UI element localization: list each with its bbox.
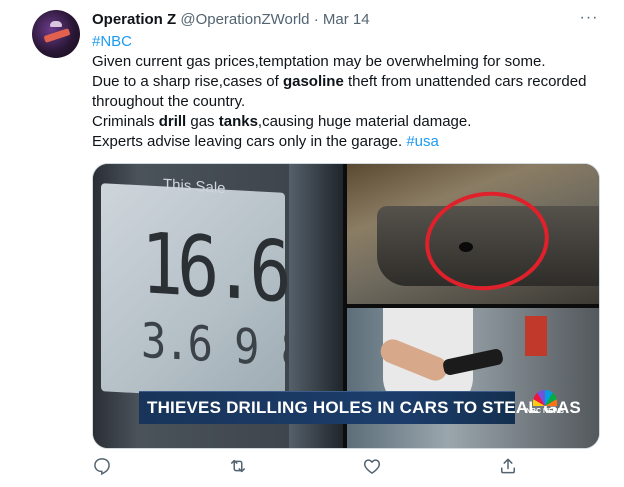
reply-icon[interactable]	[92, 456, 116, 480]
person-pumping-image	[347, 308, 599, 448]
tweet-text-line: Criminals drill gas tanks,causing huge m…	[92, 112, 602, 132]
text-segment: throughout the country.	[92, 93, 246, 110]
nbc-news-label: NBC NEWS	[525, 408, 565, 415]
header-separator: ·	[313, 11, 319, 28]
bold-text: tanks	[218, 113, 258, 130]
station-sign	[525, 316, 547, 356]
like-icon[interactable]	[362, 456, 386, 480]
tweet-text-line: Experts advise leaving cars only in the …	[92, 132, 602, 152]
retweet-icon[interactable]	[228, 456, 252, 480]
text-segment: Criminals	[92, 113, 159, 130]
tweet-text-line: Given current gas prices,temptation may …	[92, 52, 602, 72]
share-icon[interactable]	[498, 456, 522, 480]
news-banner-text: THIEVES DRILLING HOLES IN CARS TO STEAL …	[147, 398, 581, 417]
bold-text: gasoline	[282, 73, 344, 90]
tweet-actions	[92, 456, 522, 480]
tweet-text-line: #NBC	[92, 32, 602, 52]
tweet-text: #NBC Given current gas prices,temptation …	[92, 32, 602, 152]
text-segment: gas	[186, 113, 219, 130]
text-segment: Experts advise leaving cars only in the …	[92, 133, 407, 150]
nbc-news-logo: NBC NEWS	[525, 390, 565, 424]
tweet-card[interactable]: Operation Z @OperationZWorld · Mar 14 ··…	[0, 0, 624, 487]
avatar-cap	[50, 21, 62, 27]
pump-price: 3.6 9 8	[141, 312, 305, 379]
author-name[interactable]: Operation Z	[92, 11, 176, 28]
tweet-media[interactable]: This Sale 16.69 3.6 9 8 THIEVES DRILLING…	[92, 163, 600, 449]
tweet-date[interactable]: Mar 14	[323, 11, 370, 28]
tweet-text-line: throughout the country.	[92, 92, 602, 112]
tweet-header: Operation Z @OperationZWorld · Mar 14	[92, 10, 370, 30]
bold-text: drill	[158, 113, 187, 130]
avatar[interactable]	[32, 10, 80, 58]
text-segment: Due to a sharp rise,cases of	[92, 73, 283, 90]
news-banner: THIEVES DRILLING HOLES IN CARS TO STEAL …	[139, 391, 581, 424]
author-handle[interactable]: @OperationZWorld	[180, 11, 309, 28]
drilled-tank-image	[347, 164, 599, 304]
text-segment: ,causing huge material damage.	[257, 113, 472, 130]
more-options-icon[interactable]: ···	[578, 8, 600, 30]
peacock-icon	[533, 390, 557, 406]
text-segment: Given current gas prices,temptation may …	[92, 53, 546, 70]
hashtag-link[interactable]: #NBC	[92, 33, 132, 50]
avatar-z-mark	[43, 28, 71, 43]
text-segment: theft from unattended cars recorded	[343, 73, 587, 90]
tweet-text-line: Due to a sharp rise,cases of gasoline th…	[92, 72, 602, 92]
hashtag-link[interactable]: #usa	[406, 133, 439, 150]
